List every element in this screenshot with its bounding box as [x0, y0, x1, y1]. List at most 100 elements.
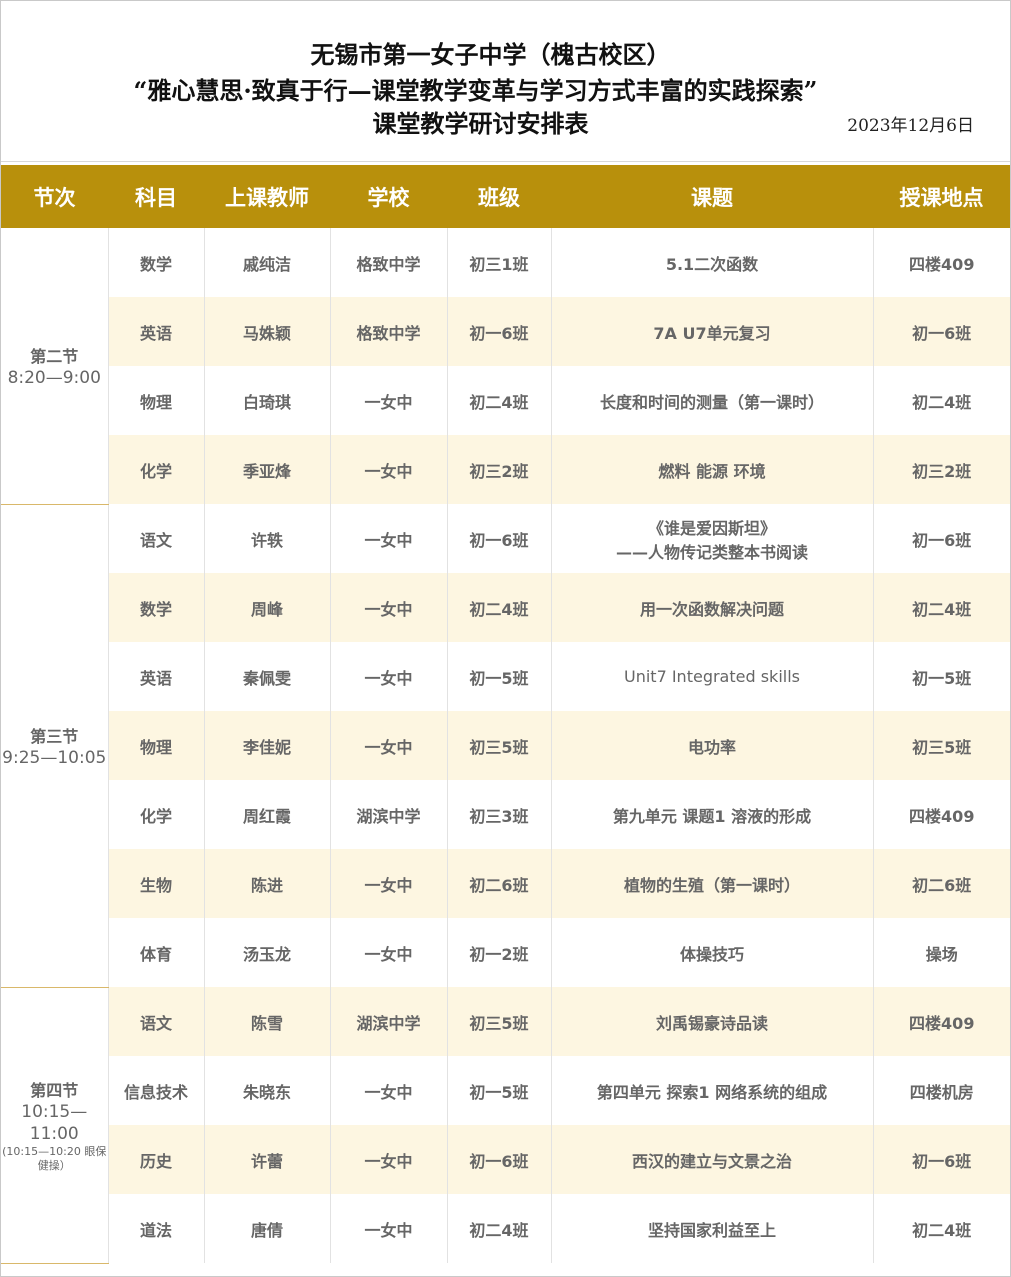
title-line2: “雅心慧思·致真于行—课堂教学变革与学习方式丰富的实践探索” [133, 76, 818, 105]
cell-teacher: 马姝颖 [204, 297, 331, 366]
cell-room: 初三2班 [873, 435, 1010, 504]
cell-teacher: 许轶 [204, 504, 331, 573]
period-cell: 第四节 10:15—11:00 (10:15—10:20 眼保健操） [1, 987, 109, 1264]
period-time: 10:15—11:00 [21, 1102, 88, 1144]
topic-text: 刘禹锡豪诗品读 [655, 1013, 768, 1033]
col-subject: 科目 [108, 165, 204, 228]
cell-topic: 7A U7单元复习 [551, 297, 874, 366]
topic-text: 《谁是爱因斯坦》 [647, 518, 776, 538]
cell-teacher: 陈进 [204, 849, 331, 918]
cell-subject: 数学 [108, 228, 205, 297]
cell-room: 四楼409 [873, 228, 1010, 297]
cell-subject: 历史 [108, 1125, 205, 1194]
cell-teacher: 陈雪 [204, 987, 331, 1056]
cell-class: 初三2班 [447, 435, 552, 504]
topic-text: 第九单元 课题1 溶液的形成 [612, 806, 812, 826]
cell-class: 初一5班 [447, 642, 552, 711]
cell-subject: 信息技术 [108, 1056, 205, 1125]
table-row: 英语 秦佩雯 一女中 初一5班 Unit7 Integrated skills 初一5班 [1, 642, 1010, 711]
cell-teacher: 白琦琪 [204, 366, 331, 435]
topic-text: 体操技巧 [679, 944, 744, 964]
cell-school: 一女中 [330, 918, 448, 987]
cell-room: 操场 [873, 918, 1010, 987]
cell-topic: 坚持国家利益至上 [551, 1194, 874, 1263]
cell-topic: 用一次函数解决问题 [551, 573, 874, 642]
col-period: 节次 [1, 165, 108, 228]
table-row: 道法 唐倩 一女中 初二4班 坚持国家利益至上 初二4班 [1, 1194, 1010, 1263]
cell-subject: 化学 [108, 435, 205, 504]
topic-subtitle: ——人物传记类整本书阅读 [615, 542, 808, 562]
cell-teacher: 唐倩 [204, 1194, 331, 1263]
cell-topic: 第四单元 探索1 网络系统的组成 [551, 1056, 874, 1125]
cell-school: 一女中 [330, 1194, 448, 1263]
cell-class: 初一6班 [447, 1125, 552, 1194]
cell-teacher: 秦佩雯 [204, 642, 331, 711]
cell-subject: 数学 [108, 573, 205, 642]
cell-subject: 英语 [108, 642, 205, 711]
cell-school: 格致中学 [330, 228, 448, 297]
cell-teacher: 李佳妮 [204, 711, 331, 780]
cell-class: 初二4班 [447, 366, 552, 435]
topic-text: 第四单元 探索1 网络系统的组成 [596, 1082, 828, 1102]
topic-text: 5.1二次函数 [665, 254, 759, 274]
cell-school: 一女中 [330, 366, 448, 435]
cell-room: 四楼409 [873, 780, 1010, 849]
cell-subject: 生物 [108, 849, 205, 918]
cell-topic: 西汉的建立与文景之治 [551, 1125, 874, 1194]
cell-class: 初三1班 [447, 228, 552, 297]
topic-text: 植物的生殖（第一课时） [623, 875, 800, 895]
col-class: 班级 [447, 165, 551, 228]
cell-class: 初二4班 [447, 1194, 552, 1263]
topic-text: 用一次函数解决问题 [639, 599, 784, 619]
period-cell: 第三节 9:25—10:05 [1, 504, 109, 988]
cell-topic: 《谁是爱因斯坦》 ——人物传记类整本书阅读 [551, 504, 874, 573]
cell-subject: 物理 [108, 711, 205, 780]
cell-subject: 化学 [108, 780, 205, 849]
cell-topic: 植物的生殖（第一课时） [551, 849, 874, 918]
cell-class: 初三5班 [447, 987, 552, 1056]
cell-school: 湖滨中学 [330, 780, 448, 849]
table-row: 信息技术 朱晓东 一女中 初一5班 第四单元 探索1 网络系统的组成 四楼机房 [1, 1056, 1010, 1125]
cell-class: 初三3班 [447, 780, 552, 849]
cell-room: 初一6班 [873, 1125, 1010, 1194]
cell-class: 初一6班 [447, 297, 552, 366]
cell-school: 一女中 [330, 849, 448, 918]
table-row: 化学 季亚烽 一女中 初三2班 燃料 能源 环境 初三2班 [1, 435, 1010, 504]
cell-teacher: 周红霞 [204, 780, 331, 849]
cell-school: 一女中 [330, 642, 448, 711]
col-teacher: 上课教师 [204, 165, 330, 228]
cell-topic: 体操技巧 [551, 918, 874, 987]
col-school: 学校 [330, 165, 447, 228]
col-room: 授课地点 [873, 165, 1010, 228]
topic-text: 7A U7单元复习 [653, 323, 771, 343]
cell-school: 一女中 [330, 1125, 448, 1194]
table-row: 数学 周峰 一女中 初二4班 用一次函数解决问题 初二4班 [1, 573, 1010, 642]
cell-subject: 语文 [108, 987, 205, 1056]
cell-room: 初一5班 [873, 642, 1010, 711]
table-row: 体育 汤玉龙 一女中 初一2班 体操技巧 操场 [1, 918, 1010, 987]
col-topic: 课题 [551, 165, 873, 228]
cell-room: 初一6班 [873, 504, 1010, 573]
table-row: 物理 白琦琪 一女中 初二4班 长度和时间的测量（第一课时） 初二4班 [1, 366, 1010, 435]
cell-subject: 英语 [108, 297, 205, 366]
cell-school: 湖滨中学 [330, 987, 448, 1056]
cell-room: 初二4班 [873, 1194, 1010, 1263]
cell-topic: 长度和时间的测量（第一课时） [551, 366, 874, 435]
topic-text: 西汉的建立与文景之治 [631, 1151, 792, 1171]
cell-class: 初二4班 [447, 573, 552, 642]
cell-room: 四楼409 [873, 987, 1010, 1056]
table-row: 生物 陈进 一女中 初二6班 植物的生殖（第一课时） 初二6班 [1, 849, 1010, 918]
table-row: 历史 许蕾 一女中 初一6班 西汉的建立与文景之治 初一6班 [1, 1125, 1010, 1194]
header-row: 节次 科目 上课教师 学校 班级 课题 授课地点 [1, 165, 1010, 228]
schedule-table: 节次 科目 上课教师 学校 班级 课题 授课地点 第二节 8:20—9:00 数学戚… [1, 165, 1010, 1264]
period-time: 9:25—10:05 [2, 747, 107, 768]
table-row: 物理 李佳妮 一女中 初三5班 电功率 初三5班 [1, 711, 1010, 780]
cell-room: 初二6班 [873, 849, 1010, 918]
cell-teacher: 戚纯洁 [204, 228, 331, 297]
cell-topic: 电功率 [551, 711, 874, 780]
period-time: 8:20—9:00 [7, 367, 101, 388]
topic-text: 坚持国家利益至上 [647, 1220, 776, 1240]
table-row: 化学 周红霞 湖滨中学 初三3班 第九单元 课题1 溶液的形成 四楼409 [1, 780, 1010, 849]
cell-room: 初二4班 [873, 366, 1010, 435]
cell-topic: 第九单元 课题1 溶液的形成 [551, 780, 874, 849]
